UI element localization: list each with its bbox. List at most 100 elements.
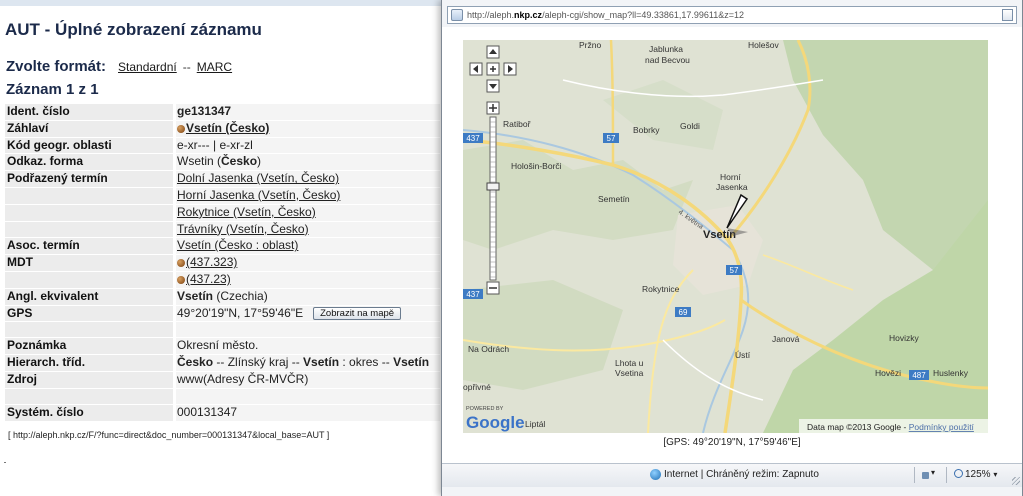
magnifier-icon [954,469,963,478]
field-row-odkaz: Odkaz. forma Wsetin (Česko) [5,153,440,171]
place-label: Liptál [525,419,545,429]
value-part: ) [257,154,262,169]
zoom-slider-handle[interactable] [486,182,500,191]
field-label: GPS [5,305,173,322]
address-bar[interactable]: http://aleph.nkp.cz/aleph-cgi/show_map?l… [447,6,1017,24]
value-part-bold: Vsetín [177,288,214,303]
field-label: Zdroj [5,371,173,388]
favorites-dropdown-icon[interactable]: ▾ [922,468,936,480]
field-value: Vsetín (Česko : oblast) [176,238,440,255]
place-label: Vsetina [615,368,644,378]
field-label: Odkaz. forma [5,154,173,171]
field-value: Horní Jasenka (Vsetín, Česko) [176,187,440,204]
terms-link[interactable]: Podmínky použití [909,422,975,432]
format-separator: -- [182,60,191,74]
zoom-in-button[interactable] [486,101,500,115]
field-row-spacer [5,321,440,338]
narrower-term-link[interactable]: Horní Jasenka (Vsetín, Česko) [177,188,340,202]
place-label: Hološin-Borči [511,161,562,171]
pan-down-button[interactable] [486,79,500,93]
field-value-empty [176,388,440,404]
place-label: Hovizky [889,333,920,343]
zoom-level: 125% [965,469,991,480]
field-label: Kód geogr. oblasti [5,137,173,154]
page-title: AUT - Úplné zobrazení záznamu [5,20,262,39]
security-zone[interactable]: Internet | Chráněný režim: Zapnuto [664,469,819,480]
field-value: 000131347 [176,404,440,421]
value-part: : okres -- [339,355,394,370]
powered-by-label: POWERED BY [466,406,504,412]
road-number: 437 [466,134,480,143]
heading-link[interactable]: Vsetín (Česko) [186,121,269,135]
url-prefix: http://aleph. [467,10,515,20]
pan-up-button[interactable] [486,45,500,59]
mdt-link[interactable]: (437.23) [186,272,231,286]
narrower-term-link[interactable]: Dolní Jasenka (Vsetín, Česko) [177,171,339,185]
value-part-bold: Vsetín [393,355,430,370]
bullet-icon [177,275,185,284]
place-label: Jablunka [649,44,683,54]
chevron-down-icon: ▾ [931,468,936,477]
stray-dot [4,462,6,463]
place-label: Jasenka [716,182,748,192]
permalink[interactable]: [ http://aleph.nkp.cz/F/?func=direct&doc… [8,430,329,440]
place-label: Goldi [680,121,700,131]
zoom-slider-track[interactable] [489,116,497,281]
related-term-link[interactable]: Vsetín (Česko : oblast) [177,238,298,252]
field-label-empty [5,388,173,404]
field-value: Dolní Jasenka (Vsetín, Česko) [176,171,440,187]
show-on-map-button[interactable]: Zobrazit na mapě [313,306,402,320]
top-band [0,0,445,6]
field-label: Záhlaví [5,120,173,137]
place-label: Janová [772,334,800,344]
road-shield: 57 [603,133,619,143]
place-label: Semetín [598,194,630,204]
zoom-out-button[interactable] [486,281,500,295]
place-label: opřivné [463,382,491,392]
value-part: Wsetin ( [177,154,222,169]
map-view[interactable]: 437 57 57 69 437 487 Pržno Jablunka nad … [463,40,988,433]
value-part-bold: Česko [221,154,258,169]
field-value: Vsetín (Czechia) [176,288,440,305]
place-label: Hovězi [875,368,901,378]
field-label-empty [5,322,173,338]
road-shield: 437 [463,289,483,299]
field-row-hierarch: Hierarch. tříd. Česko -- Zlínský kraj --… [5,354,440,371]
compat-view-icon[interactable] [1002,9,1013,21]
zoom-level-control[interactable]: 125% ▾ [954,469,997,480]
address-url[interactable]: http://aleph.nkp.cz/aleph-cgi/show_map?l… [467,10,1002,20]
field-label-empty [5,271,173,288]
pan-left-button[interactable] [469,62,483,76]
format-standard-link[interactable]: Standardní [118,60,177,74]
place-label: Na Odrách [468,344,509,354]
field-label: Asoc. termín [5,238,173,255]
field-value: Česko -- Zlínský kraj -- Vsetín : okres … [176,355,440,371]
field-row-spacer [5,387,440,404]
gps-value: 49°20'19"N, 17°59'46"E [177,305,304,320]
format-selector: Zvolte formát: Standardní -- MARC [6,58,232,78]
status-divider [946,467,947,483]
field-label: MDT [5,255,173,271]
google-logo[interactable]: Google [466,413,525,432]
resize-grip[interactable] [1012,477,1020,485]
field-row-zahlavi: Záhlaví Vsetín (Česko) [5,119,440,137]
mdt-link[interactable]: (437.323) [186,255,237,269]
field-value: 49°20'19"N, 17°59'46"E Zobrazit na mapě [176,305,440,322]
place-label: Lhota u [615,358,644,368]
field-label: Systém. číslo [5,404,173,421]
format-marc-link[interactable]: MARC [197,60,232,74]
field-row-gps: GPS 49°20'19"N, 17°59'46"E Zobrazit na ma… [5,304,440,322]
place-label: Horní [720,172,741,182]
field-value: (437.23) [176,271,440,288]
field-value: Wsetin (Česko) [176,154,440,171]
narrower-term-link[interactable]: Trávníky (Vsetín, Česko) [177,222,309,236]
record-page: AUT - Úplné zobrazení záznamu Zvolte for… [0,0,445,496]
field-row-ident: Ident. číslo ge131347 [5,103,440,120]
road-number: 69 [679,308,688,317]
value-part: -- Zlínský kraj -- [213,355,304,370]
narrower-term-link[interactable]: Rokytnice (Vsetín, Česko) [177,205,316,219]
road-shield: 69 [675,307,691,317]
pan-center-button[interactable] [486,62,500,76]
pan-right-button[interactable] [503,62,517,76]
place-label: Bobrky [633,125,660,135]
